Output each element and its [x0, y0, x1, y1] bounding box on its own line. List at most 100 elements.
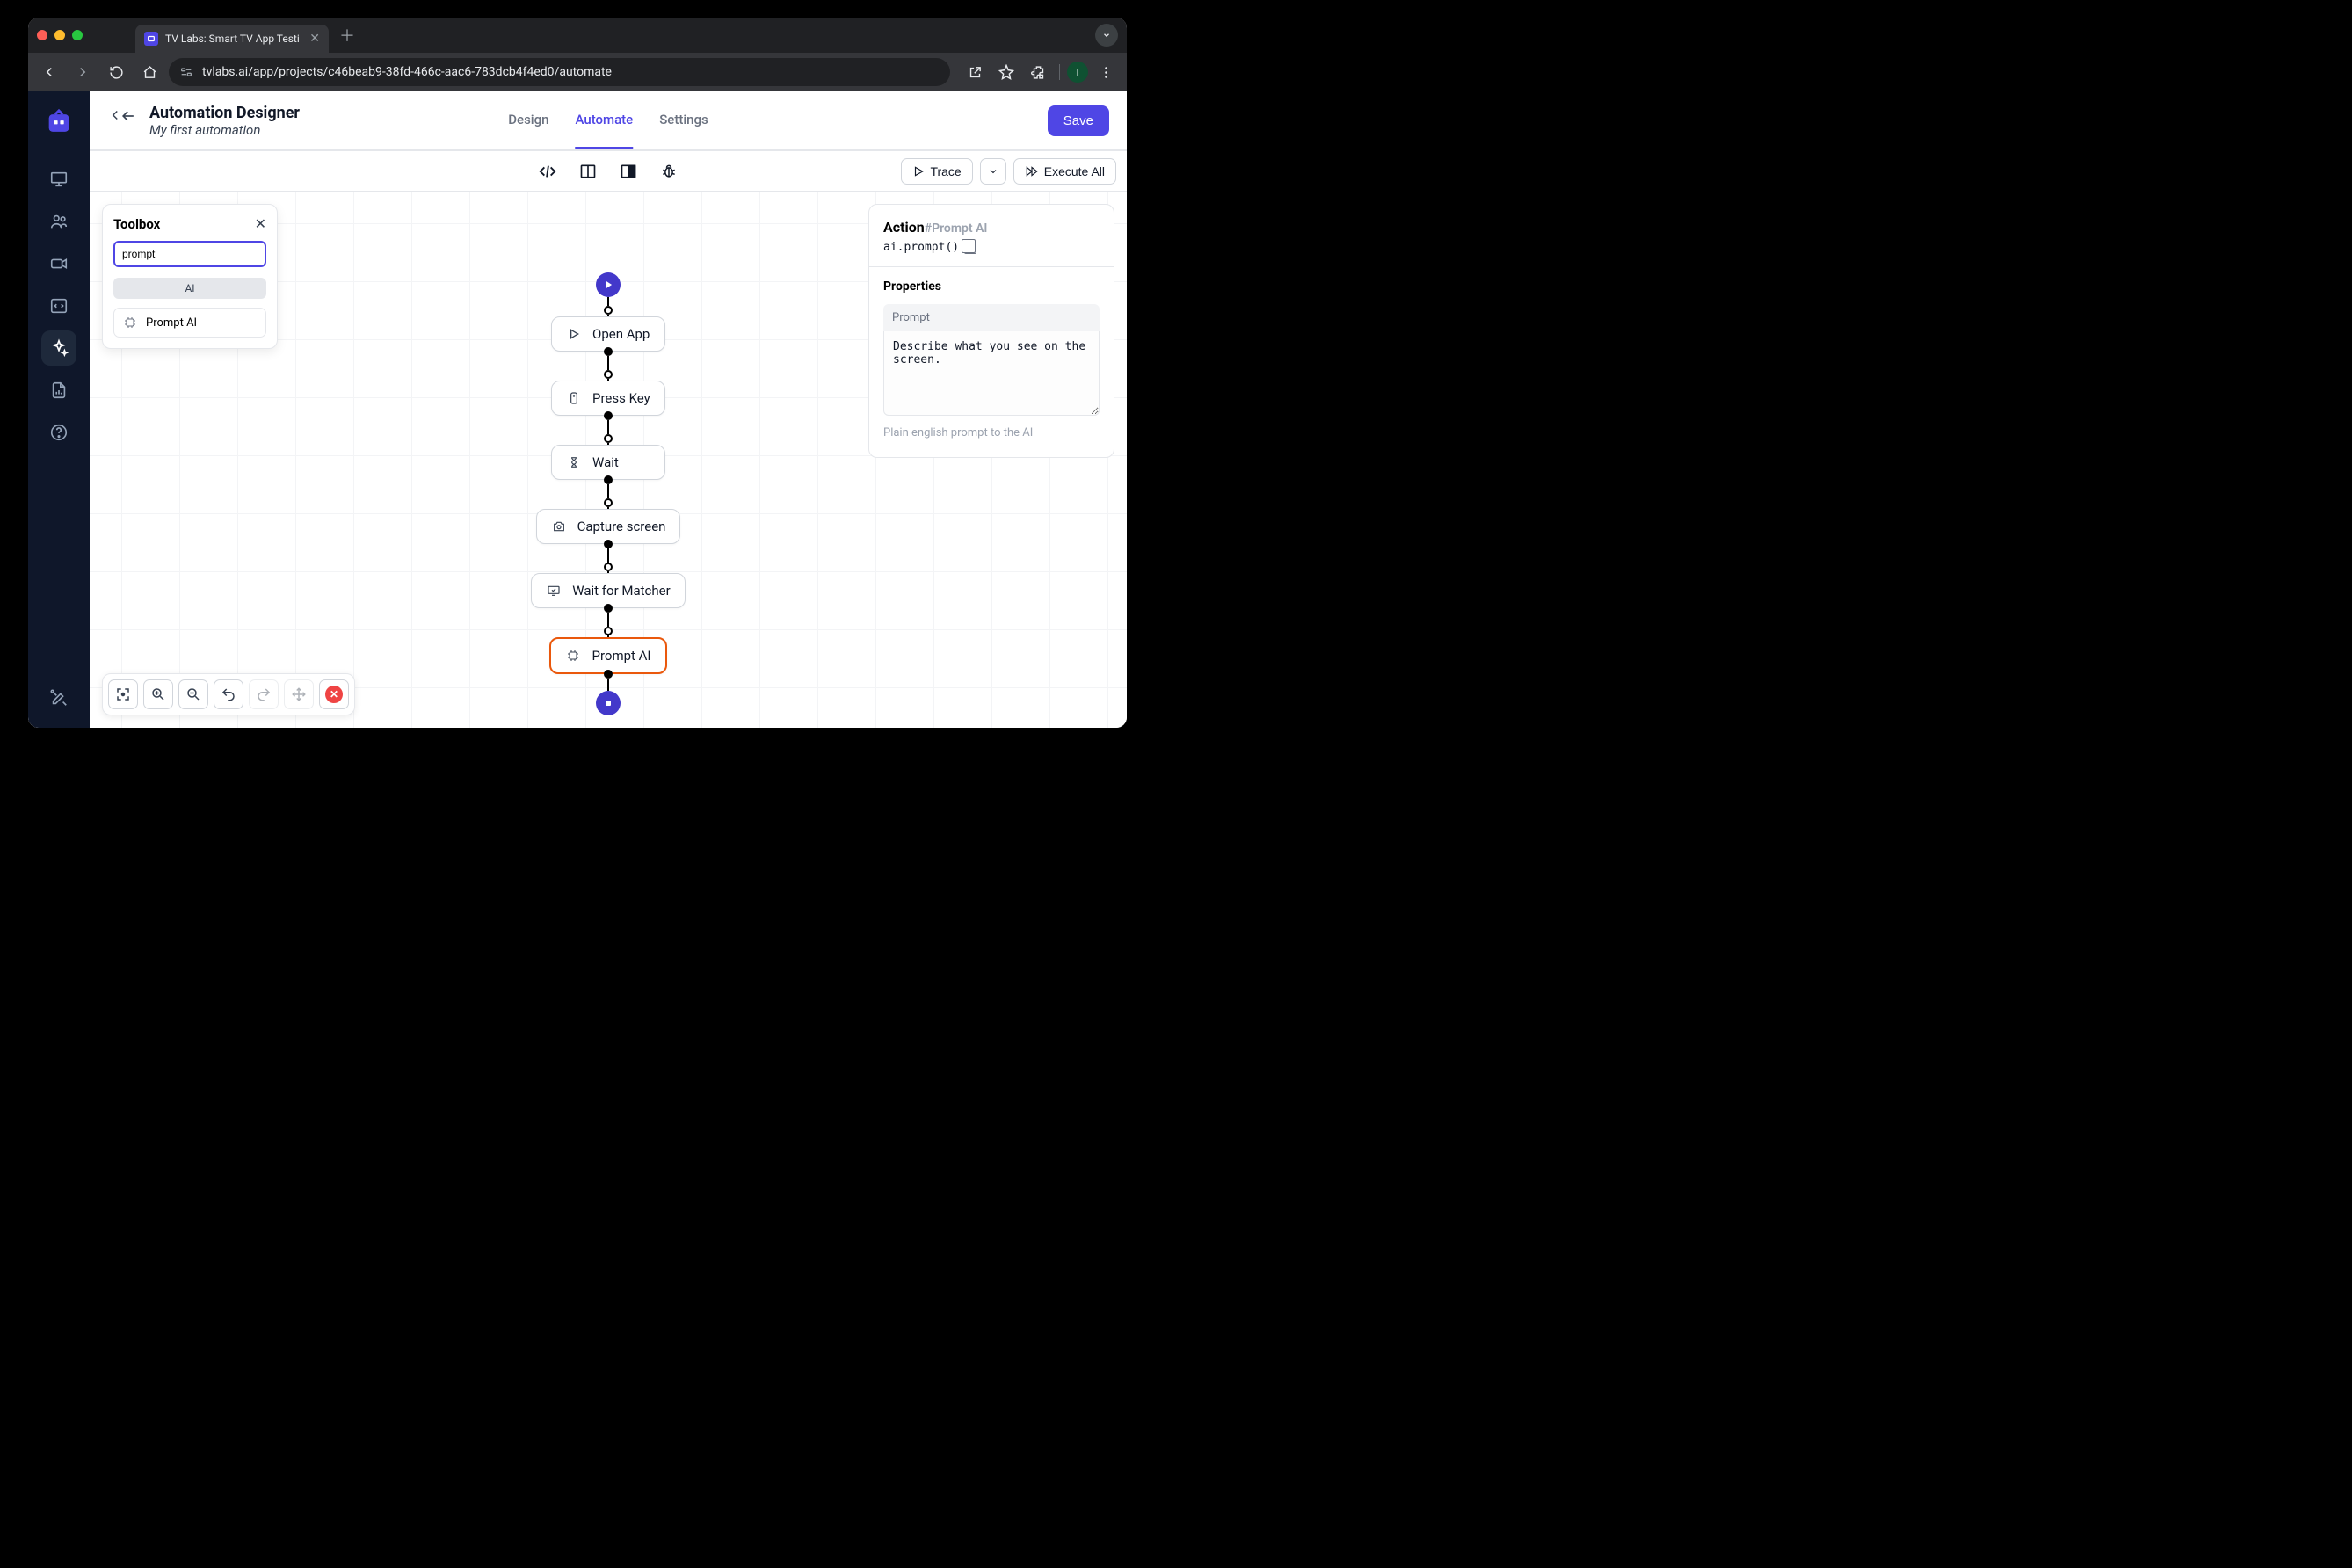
bookmark-icon[interactable]	[992, 58, 1020, 86]
execute-all-button[interactable]: Execute All	[1013, 158, 1116, 185]
sidebar-item-automate[interactable]	[41, 330, 76, 366]
end-node[interactable]	[596, 691, 621, 715]
node-label: Press Key	[592, 390, 650, 406]
sidebar-item-devices[interactable]	[41, 162, 76, 197]
monitor-check-icon	[546, 583, 562, 599]
sidebar-item-code[interactable]	[41, 288, 76, 323]
props-section-title: Properties	[883, 279, 1100, 294]
delete-button[interactable]: ✕	[319, 679, 349, 709]
ai-chip-icon	[123, 316, 137, 330]
node-label: Open App	[592, 326, 650, 342]
toolbox-item-label: Prompt AI	[146, 316, 197, 330]
page-header: Automation Designer My first automation …	[90, 91, 1127, 151]
sidebar-item-team[interactable]	[41, 204, 76, 239]
url-actions: T	[961, 58, 1120, 86]
ai-chip-icon	[565, 648, 581, 664]
divider	[1059, 64, 1060, 80]
window-minimize[interactable]	[54, 30, 65, 40]
flow-node-open-app[interactable]: Open App	[551, 316, 665, 352]
pan-button	[284, 679, 314, 709]
node-label: Prompt AI	[592, 648, 650, 664]
fit-view-button[interactable]	[108, 679, 138, 709]
window-maximize[interactable]	[72, 30, 83, 40]
flow-node-wait[interactable]: Wait	[551, 445, 665, 480]
tab-automate[interactable]: Automate	[575, 91, 633, 149]
trace-button[interactable]: Trace	[901, 158, 972, 185]
nav-back-icon[interactable]	[35, 58, 63, 86]
play-all-icon	[1025, 165, 1039, 178]
toolbox-title: Toolbox	[113, 216, 160, 232]
redo-button	[249, 679, 279, 709]
tab-settings[interactable]: Settings	[659, 91, 708, 149]
layout-right-panel-icon[interactable]	[618, 161, 639, 182]
tab-design[interactable]: Design	[508, 91, 548, 149]
app-logo-icon[interactable]	[43, 107, 75, 139]
layout-split-icon[interactable]	[577, 161, 599, 182]
properties-panel: Action#Prompt AI ai.prompt() Properties …	[868, 204, 1114, 458]
field-help-text: Plain english prompt to the AI	[883, 426, 1100, 439]
play-icon	[912, 165, 925, 178]
toolbox-panel: Toolbox ✕ AI Prompt AI	[102, 204, 278, 349]
play-outline-icon	[566, 326, 582, 342]
flow-node-press-key[interactable]: Press Key	[551, 381, 665, 416]
flow-node-wait-matcher[interactable]: Wait for Matcher	[531, 573, 685, 608]
toolbox-close-icon[interactable]: ✕	[255, 215, 266, 232]
new-tab-button[interactable]: ＋	[339, 24, 355, 47]
nav-home-icon[interactable]	[135, 58, 163, 86]
view-code-icon[interactable]	[537, 161, 558, 182]
sidebar-item-help[interactable]	[41, 415, 76, 450]
chevron-down-icon	[988, 166, 998, 177]
sidebar-item-reports[interactable]	[41, 373, 76, 408]
flow-node-capture-screen[interactable]: Capture screen	[536, 509, 681, 544]
save-button[interactable]: Save	[1048, 105, 1109, 136]
title-block: Automation Designer My first automation	[149, 104, 300, 138]
hourglass-icon	[566, 454, 582, 470]
remote-icon	[566, 390, 582, 406]
canvas-toolbar: ✕	[102, 673, 355, 715]
sidebar	[28, 91, 90, 728]
browser-tabbar: TV Labs: Smart TV App Testi ✕ ＋	[28, 18, 1127, 53]
node-label: Wait for Matcher	[572, 583, 670, 599]
back-arrow-icon[interactable]	[120, 104, 137, 125]
trace-label: Trace	[930, 164, 961, 178]
url-text: tvlabs.ai/app/projects/c46beab9-38fd-466…	[202, 65, 612, 79]
open-external-icon[interactable]	[961, 58, 989, 86]
url-input[interactable]: tvlabs.ai/app/projects/c46beab9-38fd-466…	[169, 58, 950, 86]
extensions-icon[interactable]	[1024, 58, 1052, 86]
window-controls	[37, 30, 83, 40]
sidebar-item-tools[interactable]	[41, 680, 76, 715]
start-node[interactable]	[596, 272, 621, 297]
browser-menu-icon[interactable]	[1092, 58, 1120, 86]
trace-dropdown-button[interactable]	[980, 158, 1006, 185]
debug-icon[interactable]	[658, 161, 679, 182]
node-label: Capture screen	[577, 519, 666, 534]
prompt-textarea[interactable]	[883, 331, 1100, 416]
props-heading: Action	[883, 219, 925, 236]
main-area: Automation Designer My first automation …	[90, 91, 1127, 728]
toolbox-item-prompt-ai[interactable]: Prompt AI	[113, 308, 266, 338]
props-hash: #Prompt AI	[925, 221, 988, 236]
app-root: Automation Designer My first automation …	[28, 91, 1127, 728]
nav-reload-icon[interactable]	[102, 58, 130, 86]
sidebar-item-recordings[interactable]	[41, 246, 76, 281]
execute-all-label: Execute All	[1044, 164, 1105, 178]
flow-node-prompt-ai[interactable]: Prompt AI	[549, 637, 666, 674]
tab-title: TV Labs: Smart TV App Testi	[165, 33, 302, 45]
tabs-dropdown-button[interactable]	[1095, 24, 1118, 47]
profile-avatar[interactable]: T	[1067, 62, 1088, 83]
site-settings-icon[interactable]	[179, 65, 193, 79]
flow-graph: Open App Press Key Wait	[520, 272, 696, 715]
copy-icon[interactable]	[964, 242, 976, 254]
window-close[interactable]	[37, 30, 47, 40]
browser-tab[interactable]: TV Labs: Smart TV App Testi ✕	[135, 25, 329, 53]
toolbox-search-input[interactable]	[113, 241, 266, 267]
node-label: Wait	[592, 454, 619, 470]
browser-addressbar: tvlabs.ai/app/projects/c46beab9-38fd-466…	[28, 53, 1127, 91]
undo-button[interactable]	[214, 679, 243, 709]
zoom-in-button[interactable]	[143, 679, 173, 709]
browser-window: TV Labs: Smart TV App Testi ✕ ＋ tvlabs.a…	[28, 18, 1127, 728]
camera-icon	[551, 519, 567, 534]
tab-close-icon[interactable]: ✕	[309, 32, 320, 46]
flow-canvas[interactable]: Toolbox ✕ AI Prompt AI	[90, 192, 1127, 728]
zoom-out-button[interactable]	[178, 679, 208, 709]
